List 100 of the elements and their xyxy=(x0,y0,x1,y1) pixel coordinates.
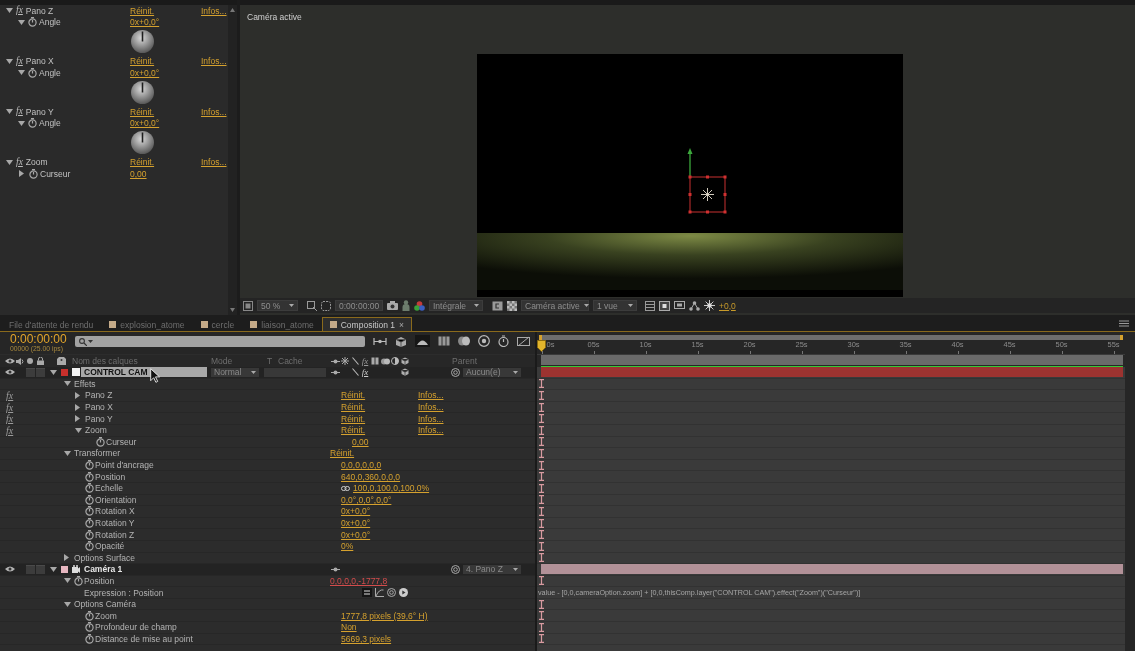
work-area-start-icon[interactable] xyxy=(539,335,542,340)
effect-toggle[interactable]: fx xyxy=(6,425,14,435)
stopwatch-icon[interactable] xyxy=(498,335,509,347)
property-value[interactable]: 0,0,0,0,0,0 xyxy=(341,460,382,471)
disclosure-triangle-icon[interactable] xyxy=(64,381,71,387)
layout-dropdown[interactable]: 1 vue xyxy=(593,300,637,311)
about-link[interactable]: Infos... xyxy=(201,56,227,67)
panel-tab[interactable]: cercle xyxy=(192,317,243,331)
about-link[interactable]: Infos... xyxy=(418,390,444,401)
reset-link[interactable]: Réinit. xyxy=(341,390,366,401)
disclosure-triangle-icon[interactable] xyxy=(75,392,80,399)
checkerboard-icon[interactable] xyxy=(507,300,517,311)
property-value[interactable]: 0,0°,0,0°,0,0° xyxy=(341,494,392,505)
disclosure-triangle-icon[interactable] xyxy=(19,170,24,178)
about-link[interactable]: Infos... xyxy=(418,425,444,436)
stopwatch-icon[interactable] xyxy=(85,494,94,505)
equals-icon[interactable] xyxy=(362,588,372,598)
effect-toggle[interactable]: fx xyxy=(16,107,23,117)
safe-margins-icon[interactable] xyxy=(321,300,331,311)
stopwatch-icon[interactable] xyxy=(28,67,37,78)
stopwatch-icon[interactable] xyxy=(28,17,37,28)
stopwatch-icon[interactable] xyxy=(85,518,94,528)
circle-icon[interactable] xyxy=(27,358,33,364)
flowchart-icon[interactable] xyxy=(373,336,387,346)
disclosure-triangle-icon[interactable] xyxy=(75,403,80,411)
label-color-icon[interactable] xyxy=(61,368,68,376)
spiral-icon[interactable] xyxy=(451,564,460,574)
disclosure-triangle-icon[interactable] xyxy=(6,109,13,115)
stopwatch-icon[interactable] xyxy=(96,436,105,447)
property-value[interactable]: 0,00 xyxy=(352,436,369,447)
color-channels-icon[interactable] xyxy=(414,300,425,311)
property-value[interactable]: 640,0,360,0,0,0 xyxy=(341,471,401,482)
effect-toggle[interactable]: fx xyxy=(16,56,23,66)
view-dropdown[interactable]: Caméra active xyxy=(521,300,589,311)
stopwatch-icon[interactable] xyxy=(85,622,94,633)
monitor-icon[interactable] xyxy=(674,301,685,310)
property-value[interactable]: 0x+0,0° xyxy=(341,529,371,540)
angle-dial[interactable] xyxy=(131,80,154,104)
property-value[interactable]: 0,00 xyxy=(130,168,147,179)
close-button[interactable]: × xyxy=(399,319,405,330)
reset-link[interactable]: Réinit. xyxy=(330,448,355,459)
fit-frame-icon[interactable] xyxy=(307,300,317,311)
disclosure-triangle-icon[interactable] xyxy=(64,578,71,584)
panel-tab[interactable]: liaison_atome xyxy=(242,317,322,331)
spiral-icon[interactable] xyxy=(451,367,460,377)
stopwatch-icon[interactable] xyxy=(85,460,94,471)
about-link[interactable]: Infos... xyxy=(418,402,444,413)
panel-menu-icon[interactable] xyxy=(1119,320,1129,327)
eye-icon[interactable] xyxy=(5,369,15,376)
about-link[interactable]: Infos... xyxy=(418,413,444,424)
speaker-icon[interactable] xyxy=(16,357,24,365)
stopwatch-icon[interactable] xyxy=(85,541,94,552)
blur-circles-icon[interactable] xyxy=(380,357,390,365)
dash-dot-icon[interactable] xyxy=(330,358,340,364)
disclosure-triangle-icon[interactable] xyxy=(64,450,71,456)
effect-toggle[interactable]: fx xyxy=(6,402,14,412)
solo-toggle[interactable] xyxy=(26,367,35,377)
parent-dropdown[interactable]: 4. Pano Z xyxy=(463,564,521,574)
preview-icon[interactable] xyxy=(492,300,503,311)
scroll-down-arrow-icon[interactable] xyxy=(230,308,235,312)
angle-dial[interactable] xyxy=(131,131,154,155)
layer-name-field[interactable]: CONTROL CAM xyxy=(81,367,207,378)
stopwatch-icon[interactable] xyxy=(85,610,94,621)
scroll-up-arrow-icon[interactable] xyxy=(230,8,235,12)
property-value[interactable]: Non xyxy=(341,622,357,633)
disclosure-triangle-icon[interactable] xyxy=(64,554,69,562)
stopwatch-icon[interactable] xyxy=(28,118,37,129)
effects-column-header[interactable]: fx xyxy=(361,357,369,365)
property-value[interactable]: 0,0,0,0,-1777,8 xyxy=(330,576,388,586)
reset-link[interactable]: Réinit. xyxy=(130,106,155,117)
about-link[interactable]: Infos... xyxy=(201,157,227,168)
effect-toggle[interactable]: fx xyxy=(6,414,14,424)
eye-icon[interactable] xyxy=(5,566,15,573)
panel-tab[interactable]: explosion_atome xyxy=(101,317,193,331)
figure-icon[interactable] xyxy=(402,300,410,311)
lock-toggle[interactable] xyxy=(36,564,45,574)
property-value[interactable]: 0x+0,0° xyxy=(341,518,371,528)
disclosure-triangle-icon[interactable] xyxy=(18,19,25,25)
layer-name[interactable]: Caméra 1 xyxy=(81,564,207,575)
disclosure-triangle-icon[interactable] xyxy=(75,415,80,423)
stopwatch-icon[interactable] xyxy=(74,576,83,586)
stopwatch-icon[interactable] xyxy=(85,529,94,540)
graph-icon[interactable] xyxy=(375,588,384,598)
cube-icon[interactable] xyxy=(401,368,409,377)
reset-link[interactable]: Réinit. xyxy=(130,5,155,16)
property-value[interactable]: 0x+0,0° xyxy=(130,118,160,129)
reset-link[interactable]: Réinit. xyxy=(341,425,366,436)
about-link[interactable]: Infos... xyxy=(201,5,227,16)
property-value[interactable]: 5669,3 pixels xyxy=(341,633,392,644)
about-link[interactable]: Infos... xyxy=(201,106,227,117)
property-value[interactable]: 0x+0,0° xyxy=(130,67,160,78)
angle-dial[interactable] xyxy=(131,30,154,54)
label-color-icon[interactable] xyxy=(61,565,68,573)
region-icon[interactable] xyxy=(243,300,253,311)
panel-tab[interactable]: File d'attente de rendu xyxy=(0,317,102,331)
property-value[interactable]: 0x+0,0° xyxy=(130,17,160,28)
time-field[interactable]: 0:00:00:00 xyxy=(335,300,383,311)
disclosure-triangle-icon[interactable] xyxy=(50,566,57,572)
effects-switch[interactable]: fx xyxy=(361,368,369,377)
effect-toggle[interactable]: fx xyxy=(16,6,23,16)
